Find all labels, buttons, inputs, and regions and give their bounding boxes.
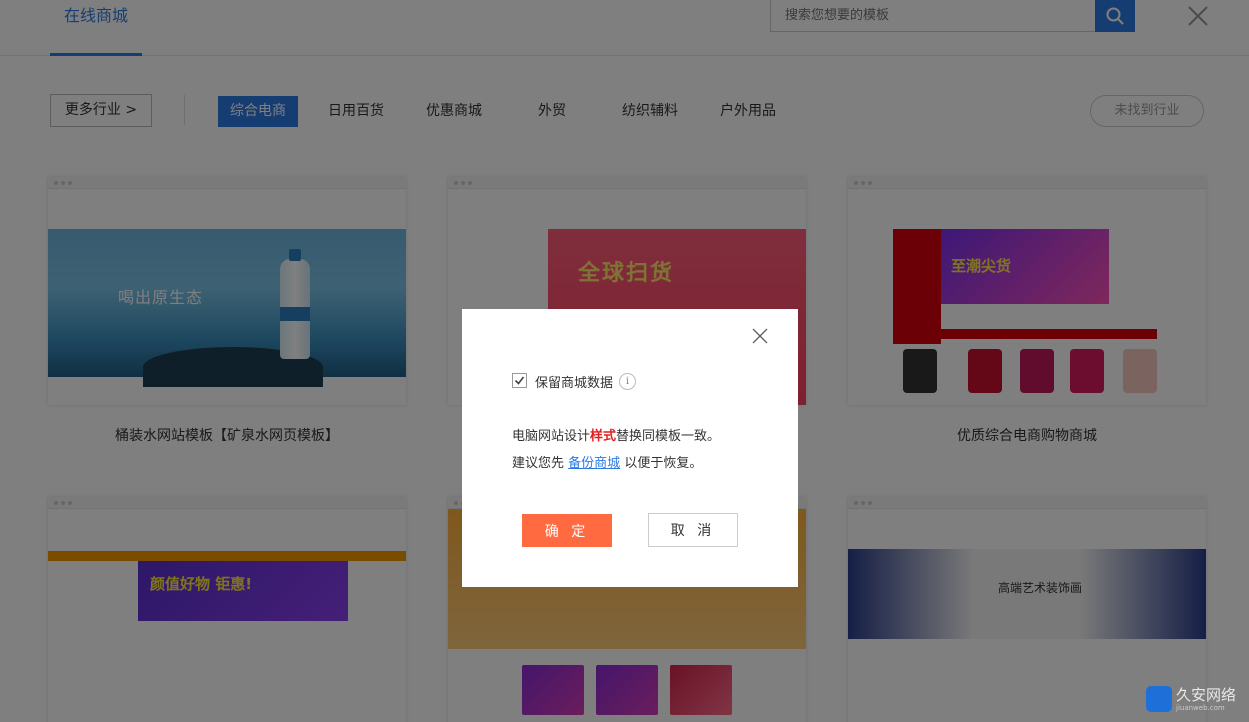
dialog-message-line1: 电脑网站设计样式替换同模板一致。 <box>512 425 720 444</box>
message-highlight: 样式 <box>590 429 617 444</box>
confirm-dialog: 保留商城数据 i 电脑网站设计样式替换同模板一致。 建议您先 备份商城 以便于恢… <box>462 309 798 587</box>
confirm-button[interactable]: 确 定 <box>522 514 612 547</box>
message-text: 建议您先 <box>512 456 565 471</box>
watermark-sub: jiuanweb.com <box>1176 704 1225 712</box>
info-icon[interactable]: i <box>619 373 636 390</box>
keep-data-label[interactable]: 保留商城数据 <box>535 372 613 391</box>
cancel-button[interactable]: 取 消 <box>648 513 738 547</box>
message-text: 以便于恢复。 <box>624 456 703 471</box>
check-icon <box>514 376 525 385</box>
watermark-logo-icon <box>1146 686 1172 712</box>
keep-data-checkbox[interactable] <box>512 373 527 388</box>
close-icon[interactable] <box>751 327 769 345</box>
message-text: 电脑网站设计 <box>512 429 591 444</box>
watermark-text: 久安网络 <box>1176 686 1237 704</box>
watermark: 久安网络 jiuanweb.com <box>1146 684 1246 720</box>
dialog-message-line2: 建议您先 备份商城 以便于恢复。 <box>512 452 702 471</box>
backup-mall-link[interactable]: 备份商城 <box>568 456 620 471</box>
message-text: 替换同模板一致。 <box>616 429 721 444</box>
